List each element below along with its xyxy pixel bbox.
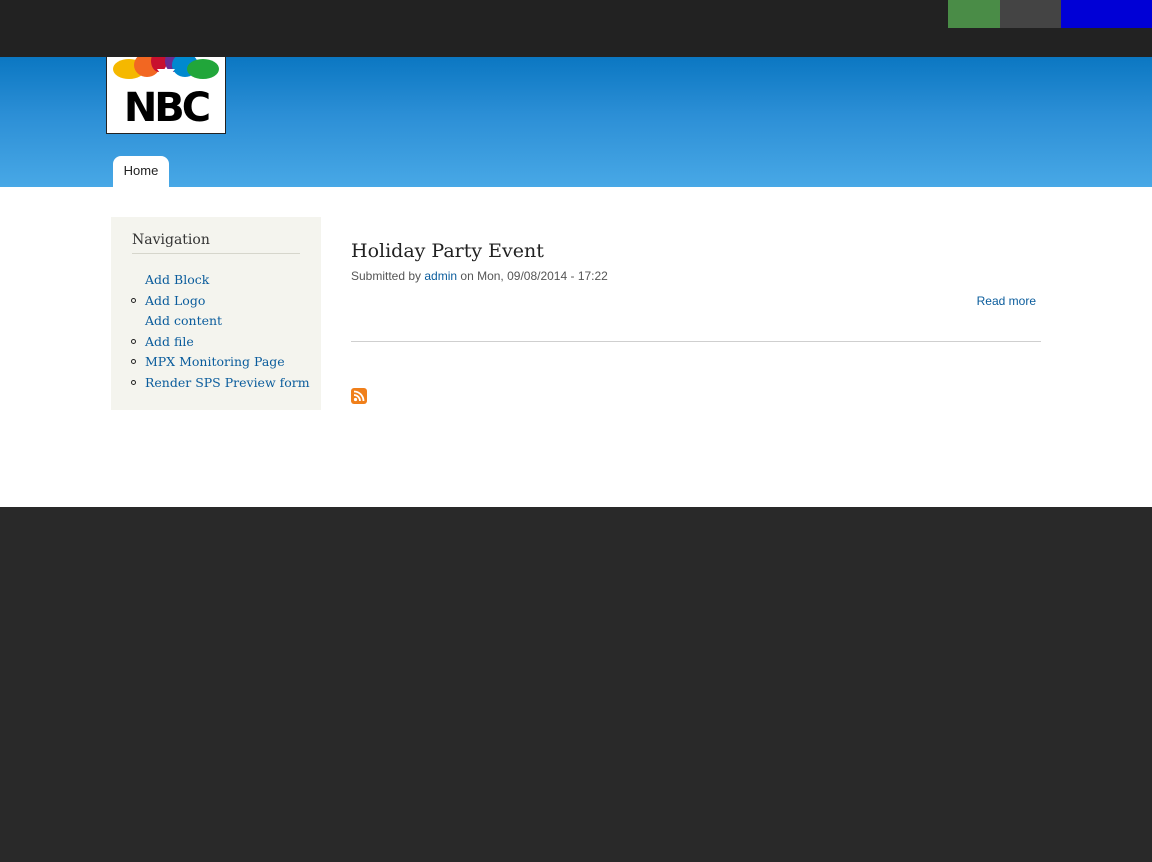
bullet-icon bbox=[131, 379, 136, 385]
bullet-icon bbox=[131, 338, 136, 344]
page-content: Navigation Add Block Add Logo Add conten… bbox=[0, 187, 1152, 507]
toolbar-gray-block[interactable] bbox=[1000, 0, 1061, 28]
sidebar-link-add-logo[interactable]: Add Logo bbox=[145, 293, 205, 308]
submitted-prefix: Submitted by bbox=[351, 269, 425, 283]
tab-home-label: Home bbox=[123, 163, 159, 178]
sidebar-link-render-sps[interactable]: Render SPS Preview form bbox=[145, 375, 310, 390]
sidebar-item-add-content: Add content bbox=[111, 311, 310, 332]
read-more-link[interactable]: Read more bbox=[977, 294, 1036, 308]
sidebar-title: Navigation bbox=[132, 232, 300, 254]
author-link[interactable]: admin bbox=[424, 269, 457, 283]
submitted-date: on Mon, 09/08/2014 - 17:22 bbox=[457, 269, 608, 283]
navigation-menu: Add Block Add Logo Add content Add file … bbox=[111, 270, 310, 394]
toolbar-blue-block[interactable] bbox=[1061, 0, 1152, 28]
bullet-icon bbox=[131, 359, 136, 365]
admin-toolbar bbox=[0, 0, 1152, 57]
site-logo[interactable]: NBC bbox=[106, 56, 226, 134]
rss-feed-icon[interactable] bbox=[351, 388, 367, 404]
sidebar-item-mpx-monitoring: MPX Monitoring Page bbox=[111, 352, 310, 373]
sidebar-item-render-sps: Render SPS Preview form bbox=[111, 373, 310, 394]
sidebar-item-add-file: Add file bbox=[111, 332, 310, 353]
divider bbox=[351, 341, 1041, 342]
sidebar-link-add-block[interactable]: Add Block bbox=[145, 272, 209, 287]
node-title[interactable]: Holiday Party Event bbox=[351, 239, 544, 263]
sidebar-link-mpx-monitoring[interactable]: MPX Monitoring Page bbox=[145, 354, 285, 369]
site-header: NBC Home bbox=[0, 56, 1152, 187]
bullet-icon bbox=[131, 297, 136, 303]
submitted-info: Submitted by admin on Mon, 09/08/2014 - … bbox=[351, 269, 608, 283]
sidebar-item-add-block: Add Block bbox=[111, 270, 310, 291]
logo-text: NBC bbox=[123, 85, 211, 131]
sidebar-navigation-block: Navigation Add Block Add Logo Add conten… bbox=[111, 217, 321, 410]
tab-home[interactable]: Home bbox=[113, 156, 169, 187]
main-content: Holiday Party Event Submitted by admin o… bbox=[351, 187, 1041, 507]
sidebar-link-add-content[interactable]: Add content bbox=[145, 313, 222, 328]
sidebar-link-add-file[interactable]: Add file bbox=[145, 334, 194, 349]
toolbar-green-block[interactable] bbox=[948, 0, 1000, 28]
sidebar-item-add-logo: Add Logo bbox=[111, 291, 310, 312]
